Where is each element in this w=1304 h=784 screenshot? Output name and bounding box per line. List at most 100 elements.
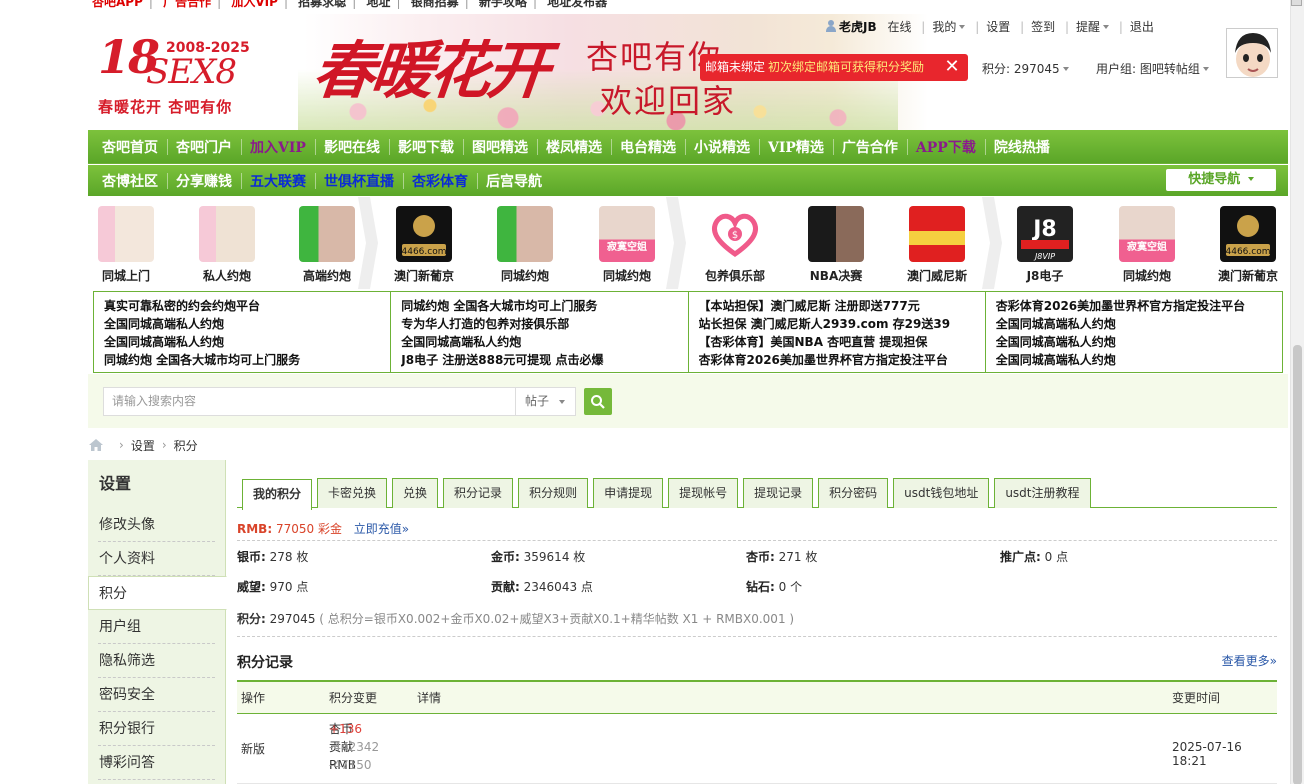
sidebar-item-usergroup[interactable]: 用户组 xyxy=(98,610,215,644)
ad-tile[interactable]: $ 包养俱乐部 xyxy=(685,197,785,289)
nav-home[interactable]: 杏吧首页 xyxy=(93,137,167,157)
nav-radio[interactable]: 电台精选 xyxy=(610,137,685,157)
text-ad-link[interactable]: 专为华人打造的包养对接俱乐部 xyxy=(401,315,687,333)
sidebar-item-profile[interactable]: 个人资料 xyxy=(98,542,215,576)
nav-share-earn[interactable]: 分享赚钱 xyxy=(167,171,241,191)
toplink-recruit[interactable]: 招募求聪 xyxy=(298,0,346,9)
signin-link[interactable]: 签到 xyxy=(1031,20,1055,34)
sidebar-item-password[interactable]: 密码安全 xyxy=(98,678,215,712)
search-input[interactable]: 请输入搜索内容 xyxy=(103,387,516,416)
nav-cinema[interactable]: 院线热播 xyxy=(984,137,1059,157)
ad-tile[interactable]: 寂寞空姐 同城约炮 xyxy=(577,197,677,289)
toplink-vip[interactable]: 加入VIP xyxy=(231,0,278,9)
nav-loufeng[interactable]: 楼凤精选 xyxy=(536,137,611,157)
text-ad-link[interactable]: 全国同城高端私人约炮 xyxy=(996,351,1282,369)
sidebar-item-credits[interactable]: 积分 xyxy=(88,576,227,610)
text-ad-link[interactable]: 【杏彩体育】美国NBA 杏吧直营 提现担保 xyxy=(699,333,985,351)
my-menu[interactable]: 我的 xyxy=(932,20,966,34)
nav-video-download[interactable]: 影吧下载 xyxy=(388,137,463,157)
email-alert-banner[interactable]: 邮箱未绑定 初次绑定邮箱可获得积分奖励 ✕ xyxy=(700,54,968,81)
tab-withdraw-log[interactable]: 提现记录 xyxy=(743,478,814,508)
view-more-link[interactable]: 查看更多» xyxy=(1222,652,1277,669)
text-ad-link[interactable]: 同城约炮 全国各大城市均可上门服务 xyxy=(401,297,687,315)
ad-tile[interactable]: 同城约炮 xyxy=(475,197,575,289)
toplink-publisher[interactable]: 地址发布器 xyxy=(547,0,607,9)
toplink-address[interactable]: 地址 xyxy=(366,0,390,9)
nav-vip-picks[interactable]: VIP精选 xyxy=(758,137,833,157)
nav-novels[interactable]: 小说精选 xyxy=(684,137,759,157)
tab-withdraw-account[interactable]: 提现帐号 xyxy=(668,478,739,508)
text-ad-link[interactable]: 同城约炮 全国各大城市均可上门服务 xyxy=(104,351,390,369)
text-ad-link[interactable]: 【本站担保】澳门威尼斯 注册即送777元 xyxy=(699,297,985,315)
text-ad-link[interactable]: 全国同城高端私人约炮 xyxy=(104,315,390,333)
toplink-app[interactable]: 杏吧APP xyxy=(92,0,143,9)
nav-five-leagues[interactable]: 五大联赛 xyxy=(241,171,315,191)
online-status[interactable]: 在线 xyxy=(887,20,911,34)
nav-xingcai-sports[interactable]: 杏彩体育 xyxy=(403,171,477,191)
text-ad-link[interactable]: 全国同城高端私人约炮 xyxy=(996,333,1282,351)
nav-app-download[interactable]: APP下载 xyxy=(906,137,985,157)
ad-tile[interactable]: 私人约炮 xyxy=(177,197,277,289)
avatar[interactable] xyxy=(1226,28,1278,78)
nav-harem[interactable]: 后宫导航 xyxy=(477,171,551,191)
tab-my-credits[interactable]: 我的积分 xyxy=(242,479,313,510)
ad-tile[interactable]: 寂寞空姐 同城约炮 xyxy=(1097,197,1197,289)
remind-menu[interactable]: 提醒 xyxy=(1076,20,1110,34)
nav-pictures[interactable]: 图吧精选 xyxy=(462,137,537,157)
text-ad-link[interactable]: 全国同城高端私人约炮 xyxy=(104,333,390,351)
tab-exchange[interactable]: 兑换 xyxy=(392,478,439,508)
text-ad-link[interactable]: J8电子 注册送888元可提现 点击必爆 xyxy=(401,351,687,369)
logo-text[interactable]: SEX8 xyxy=(146,52,237,92)
ad-tile[interactable]: 澳门威尼斯 xyxy=(887,197,987,289)
ad-tile[interactable]: 4466.com 澳门新葡京 xyxy=(1198,197,1298,289)
breadcrumb-credits[interactable]: 积分 xyxy=(174,437,198,454)
ad-label: J8电子 xyxy=(1026,269,1064,283)
ad-tile[interactable]: NBA决赛 xyxy=(786,197,886,289)
nav-ads[interactable]: 广告合作 xyxy=(832,137,907,157)
search-type-select[interactable]: 帖子 xyxy=(515,387,576,416)
email-alert-hint[interactable]: 初次绑定邮箱可获得积分奖励 xyxy=(768,60,924,74)
usergroup-menu[interactable]: 用户组: 图吧转帖组 xyxy=(1096,60,1209,77)
nav-community[interactable]: 杏博社区 xyxy=(93,171,167,191)
settings-link[interactable]: 设置 xyxy=(986,20,1010,34)
text-ad-link[interactable]: 全国同城高端私人约炮 xyxy=(401,333,687,351)
close-icon[interactable]: ✕ xyxy=(942,57,962,77)
scrollbar-thumb[interactable] xyxy=(1293,345,1302,784)
search-button[interactable] xyxy=(584,388,612,415)
topup-link[interactable]: 立即充值» xyxy=(354,522,409,536)
ad-tile[interactable]: 4466.com 澳门新葡京 xyxy=(374,197,474,289)
username-link[interactable]: 老虎JB xyxy=(839,20,877,34)
sidebar-item-avatar[interactable]: 修改头像 xyxy=(98,508,215,542)
toplink-ads[interactable]: 广告合作 xyxy=(163,0,211,9)
text-ad-link[interactable]: 真实可靠私密的约会约炮平台 xyxy=(104,297,390,315)
sidebar-item-credit-bank[interactable]: 积分银行 xyxy=(98,712,215,746)
tab-credit-password[interactable]: 积分密码 xyxy=(818,478,889,508)
ad-label: 澳门新葡京 xyxy=(393,269,454,283)
breadcrumb-settings[interactable]: 设置 xyxy=(131,437,155,454)
text-ad-link[interactable]: 全国同城高端私人约炮 xyxy=(996,315,1282,333)
tab-credit-rules[interactable]: 积分规则 xyxy=(518,478,589,508)
ad-tile[interactable]: J8 J8VIP J8电子 xyxy=(995,197,1095,289)
nav-join-vip[interactable]: 加入VIP xyxy=(241,137,315,157)
nav-club-world-cup[interactable]: 世俱杯直播 xyxy=(315,171,403,191)
text-ad-link[interactable]: 杏彩体育2026美加墨世界杯官方指定投注平台 xyxy=(699,351,985,369)
ad-tile[interactable]: 高端约炮 xyxy=(277,197,377,289)
text-ad-link[interactable]: 站长担保 澳门威尼斯人2939.com 存29送39 xyxy=(699,315,985,333)
credits-menu[interactable]: 积分: 297045 xyxy=(982,60,1069,77)
tab-usdt-wallet[interactable]: usdt钱包地址 xyxy=(893,478,990,508)
sidebar-item-privacy[interactable]: 隐私筛选 xyxy=(98,644,215,678)
tab-credit-log[interactable]: 积分记录 xyxy=(443,478,514,508)
logout-link[interactable]: 退出 xyxy=(1130,20,1154,34)
sidebar-item-betting-qa[interactable]: 博彩问答 xyxy=(98,746,215,780)
tab-apply-withdraw[interactable]: 申请提现 xyxy=(593,478,664,508)
toplink-guide[interactable]: 新手攻略 xyxy=(479,0,527,9)
text-ad-link[interactable]: 杏彩体育2026美加墨世界杯官方指定投注平台 xyxy=(996,297,1282,315)
nav-portal[interactable]: 杏吧门户 xyxy=(167,137,241,157)
nav-video-online[interactable]: 影吧在线 xyxy=(314,137,389,157)
tab-card-redeem[interactable]: 卡密兑换 xyxy=(317,478,388,508)
tab-usdt-tutorial[interactable]: usdt注册教程 xyxy=(994,478,1091,508)
quick-nav-dropdown[interactable]: 快捷导航 xyxy=(1166,169,1276,191)
home-icon[interactable] xyxy=(88,438,104,452)
toplink-merchant[interactable]: 银商招募 xyxy=(411,0,459,9)
ad-tile[interactable]: 同城上门 xyxy=(76,197,176,289)
